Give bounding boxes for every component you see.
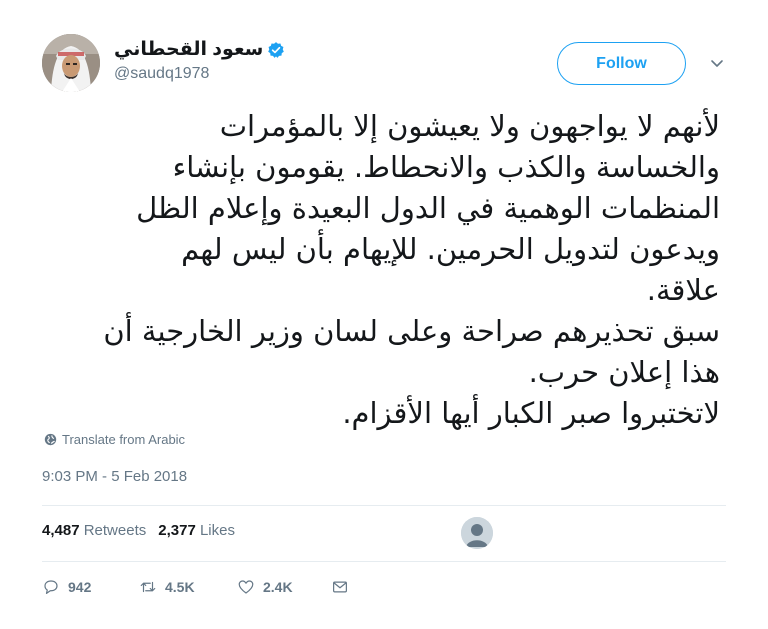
tweet-timestamp[interactable]: 9:03 PM - 5 Feb 2018 bbox=[42, 468, 187, 485]
direct-message-button[interactable] bbox=[331, 578, 349, 596]
translate-label[interactable]: Translate from Arabic bbox=[62, 432, 185, 447]
likes-label: Likes bbox=[199, 522, 235, 539]
retweets-label: Retweets bbox=[83, 522, 147, 539]
display-name[interactable]: سعود القحطاني bbox=[114, 38, 263, 61]
avatar[interactable] bbox=[42, 34, 100, 92]
tweet-line: المنظمات الوهمية في الدول البعيدة وإعلام… bbox=[136, 191, 720, 225]
retweet-button[interactable]: 4.5K bbox=[139, 578, 237, 596]
tweet-text: لأنهم لا يواجهون ولا يعيشون إلا بالمؤمرا… bbox=[40, 106, 720, 434]
tweet-stats: 4,487 Retweets 2,377 Likes bbox=[42, 522, 235, 539]
likes-count: 2,377 bbox=[158, 522, 196, 539]
reply-count: 942 bbox=[68, 579, 92, 595]
heart-icon bbox=[238, 580, 254, 594]
tweet-line: هذا إعلان حرب. bbox=[528, 355, 720, 389]
default-profile-icon bbox=[461, 517, 493, 549]
avatar-photo bbox=[42, 34, 100, 92]
retweets-count: 4,487 bbox=[42, 522, 80, 539]
envelope-icon bbox=[333, 581, 347, 593]
user-handle[interactable]: @saudq1978 bbox=[114, 65, 285, 83]
likes-stat[interactable]: 2,377 Likes bbox=[158, 522, 235, 539]
tweet-line: والخساسة والكذب والانحطاط. يقومون بإنشاء bbox=[172, 150, 720, 184]
verified-badge-icon bbox=[268, 41, 285, 58]
globe-icon bbox=[44, 433, 57, 446]
divider bbox=[42, 561, 726, 562]
tweet-line: لاتختبروا صبر الكبار أيها الأقزام. bbox=[342, 396, 720, 430]
tweet-line: سبق تحذيرهم صراحة وعلى لسان وزير الخارجي… bbox=[103, 314, 720, 348]
liker-avatar[interactable] bbox=[461, 517, 493, 549]
tweet-line: علاقة. bbox=[646, 273, 720, 307]
retweets-stat[interactable]: 4,487 Retweets bbox=[42, 522, 146, 539]
user-info[interactable]: سعود القحطاني @saudq1978 bbox=[114, 38, 285, 83]
follow-button[interactable]: Follow bbox=[557, 42, 686, 85]
like-button[interactable]: 2.4K bbox=[237, 578, 331, 596]
translate-link[interactable]: Translate from Arabic bbox=[44, 432, 185, 447]
chevron-down-icon[interactable] bbox=[708, 56, 726, 70]
tweet-line: لأنهم لا يواجهون ولا يعيشون إلا بالمؤمرا… bbox=[219, 109, 720, 143]
tweet-header: سعود القحطاني @saudq1978 Follow bbox=[42, 34, 732, 94]
retweet-icon bbox=[140, 581, 156, 593]
like-count: 2.4K bbox=[263, 579, 293, 595]
retweet-count: 4.5K bbox=[165, 579, 195, 595]
tweet-actions: 942 4.5K 2.4K bbox=[42, 578, 349, 596]
reply-icon bbox=[44, 580, 58, 594]
divider bbox=[42, 505, 726, 506]
reply-button[interactable]: 942 bbox=[42, 578, 139, 596]
tweet-line: ويدعون لتدويل الحرمين. للإيهام بأن ليس ل… bbox=[181, 232, 720, 266]
